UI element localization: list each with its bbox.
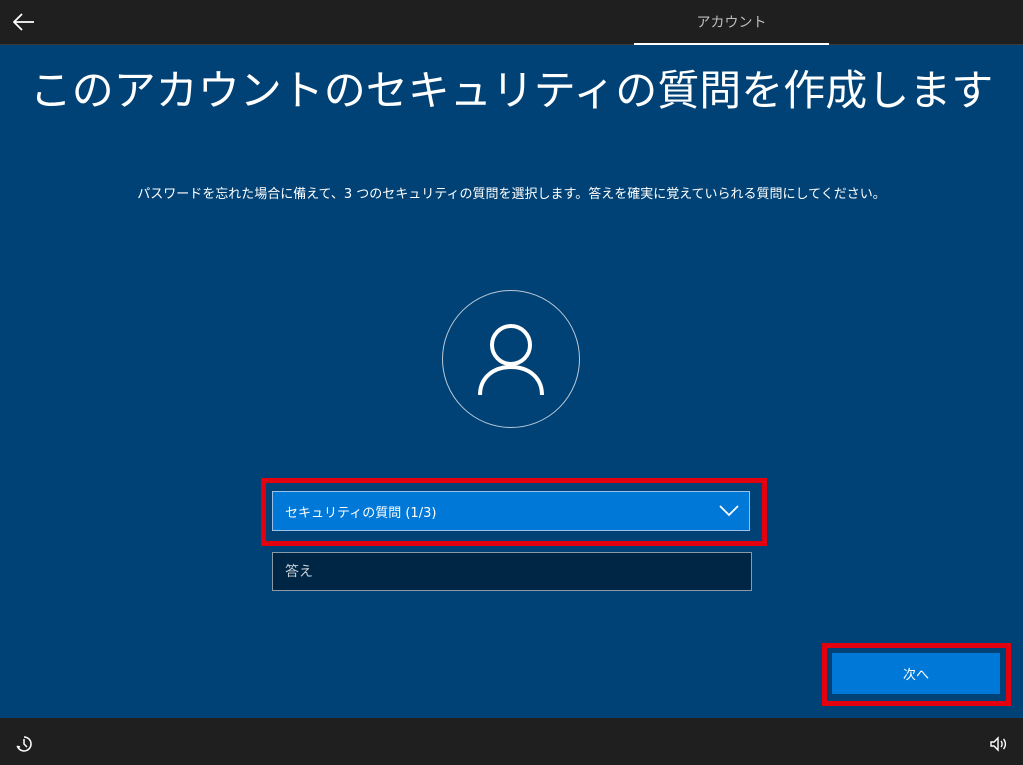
- security-question-value: セキュリティの質問 (1/3): [285, 505, 437, 521]
- next-button[interactable]: 次へ: [832, 653, 1000, 694]
- answer-input[interactable]: [272, 552, 752, 591]
- ease-of-access-icon[interactable]: [14, 734, 34, 754]
- security-question-dropdown[interactable]: セキュリティの質問 (1/3): [272, 491, 750, 531]
- chevron-down-icon: [719, 505, 739, 517]
- avatar: [442, 290, 580, 428]
- tab-account: アカウント: [634, 0, 829, 45]
- user-icon: [478, 324, 544, 396]
- back-button[interactable]: [8, 6, 40, 38]
- top-bar: アカウント: [0, 0, 1023, 45]
- volume-icon[interactable]: [988, 734, 1008, 754]
- page-title: このアカウントのセキュリティの質問を作成します: [29, 66, 994, 115]
- back-arrow-icon: [13, 13, 34, 31]
- bottom-bar: [0, 718, 1023, 765]
- page-subtitle: パスワードを忘れた場合に備えて、3 つのセキュリティの質問を選択します。答えを確…: [137, 187, 886, 202]
